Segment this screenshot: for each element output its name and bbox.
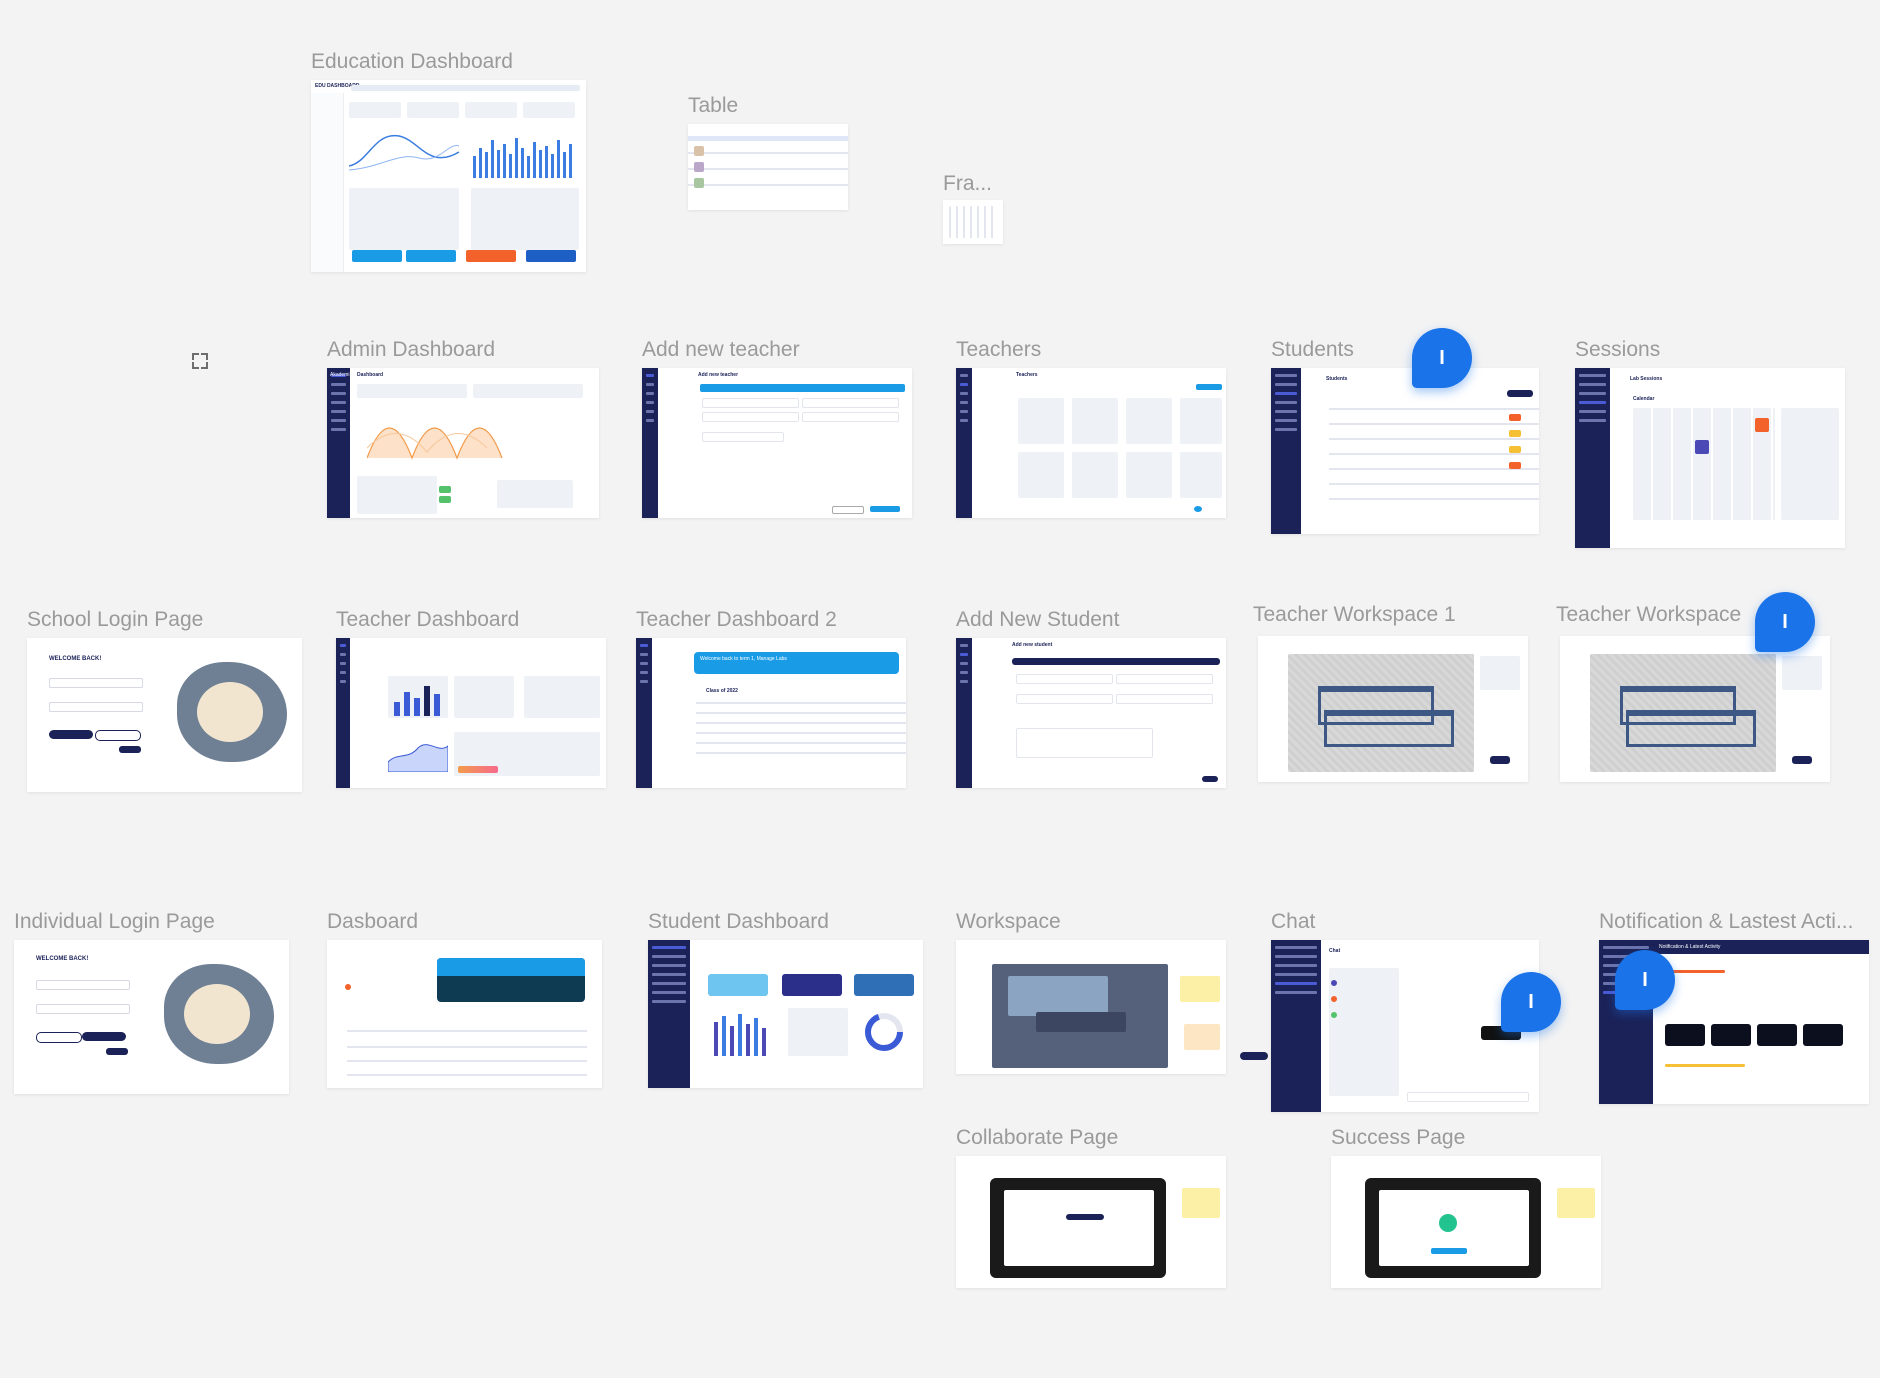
frame-title[interactable]: Teachers (956, 338, 1041, 362)
frame-title[interactable]: Student Dashboard (648, 910, 829, 934)
frame-title[interactable]: Students (1271, 338, 1354, 362)
frame-workspace[interactable] (956, 940, 1226, 1074)
header-text: Add new teacher (698, 372, 739, 378)
frame-individual-login[interactable]: WELCOME BACK! (14, 940, 289, 1094)
frame-sessions[interactable]: Lab Sessions Calendar (1575, 368, 1845, 548)
frame-dasboard[interactable] (327, 940, 602, 1088)
frame-teacher-workspace-1[interactable] (1258, 636, 1528, 782)
frame-title[interactable]: Workspace (956, 910, 1061, 934)
welcome-text: WELCOME BACK! (36, 956, 89, 962)
bar-chart-thumbnail (473, 138, 572, 178)
frame-school-login[interactable]: WELCOME BACK! (27, 638, 302, 792)
welcome-banner-text: Welcome back to term 1, Manage Labs (700, 656, 787, 662)
line-chart-thumbnail (349, 135, 460, 171)
frame-title[interactable]: Add New Student (956, 608, 1119, 632)
frame-title[interactable]: Teacher Workspace (1556, 603, 1741, 627)
floating-tag (1240, 1052, 1268, 1060)
frame-teacher-dashboard[interactable] (336, 638, 606, 788)
brand-text: Akademi (330, 372, 350, 378)
frame-collaborate[interactable] (956, 1156, 1226, 1288)
frame-admin-dashboard[interactable]: Akademi Dashboard (327, 368, 599, 518)
fullscreen-icon[interactable] (192, 353, 208, 369)
frame-title[interactable]: Collaborate Page (956, 1126, 1118, 1150)
frame-title[interactable]: Chat (1271, 910, 1315, 934)
frame-add-new-student[interactable]: Add new student (956, 638, 1226, 788)
frame-title[interactable]: Teacher Workspace 1 (1253, 603, 1456, 627)
frame-teacher-dashboard-2[interactable]: Welcome back to term 1, Manage Labs Clas… (636, 638, 906, 788)
frame-teachers[interactable]: Teachers (956, 368, 1226, 518)
frame-students[interactable]: Students (1271, 368, 1539, 534)
frame-student-dashboard[interactable] (648, 940, 923, 1088)
header-text: Dashboard (357, 372, 384, 378)
header-text: Chat (1329, 948, 1341, 954)
bar-chart-thumbnail (394, 686, 440, 716)
frame-title[interactable]: Teacher Dashboard 2 (636, 608, 837, 632)
frame-fra[interactable] (943, 200, 1003, 244)
area-chart-thumbnail (388, 744, 448, 772)
frame-title[interactable]: School Login Page (27, 608, 203, 632)
frame-title[interactable]: Teacher Dashboard (336, 608, 519, 632)
frame-table[interactable] (688, 124, 848, 210)
header-text: Students (1326, 376, 1348, 382)
comment-pin-icon[interactable]: I (1412, 328, 1472, 388)
line-chart-thumbnail (367, 427, 503, 460)
comment-pin-icon[interactable]: I (1615, 950, 1675, 1010)
frame-title[interactable]: Dasboard (327, 910, 418, 934)
header-text: Notification & Latest Activity (1659, 944, 1721, 950)
frame-title[interactable]: Individual Login Page (14, 910, 215, 934)
frame-title[interactable]: Table (688, 94, 738, 118)
frame-title[interactable]: Fra... (943, 172, 992, 196)
frame-teacher-workspace[interactable] (1560, 636, 1830, 782)
frame-success[interactable] (1331, 1156, 1601, 1288)
welcome-text: WELCOME BACK! (49, 656, 102, 662)
frame-title[interactable]: Education Dashboard (311, 50, 513, 74)
check-icon (1439, 1214, 1457, 1232)
comment-pin-icon[interactable]: I (1755, 592, 1815, 652)
header-text: Teachers (1016, 372, 1038, 378)
frame-title[interactable]: Add new teacher (642, 338, 800, 362)
frame-add-new-teacher[interactable]: Add new teacher (642, 368, 912, 518)
frame-title[interactable]: Success Page (1331, 1126, 1465, 1150)
calendar-label: Calendar (1633, 396, 1655, 402)
header-text: Lab Sessions (1630, 376, 1663, 382)
frame-education-dashboard[interactable]: EDU DASHBOARD (311, 80, 586, 272)
frame-chat[interactable]: Chat (1271, 940, 1539, 1112)
comment-pin-icon[interactable]: I (1501, 972, 1561, 1032)
header-text: Add new student (1012, 642, 1053, 648)
frame-title[interactable]: Sessions (1575, 338, 1660, 362)
donut-chart-thumbnail (865, 1013, 903, 1051)
frame-title[interactable]: Notification & Lastest Acti... (1599, 910, 1853, 934)
class-label: Class of 2022 (706, 688, 738, 694)
bar-chart-thumbnail (714, 1014, 766, 1056)
frame-title[interactable]: Admin Dashboard (327, 338, 495, 362)
